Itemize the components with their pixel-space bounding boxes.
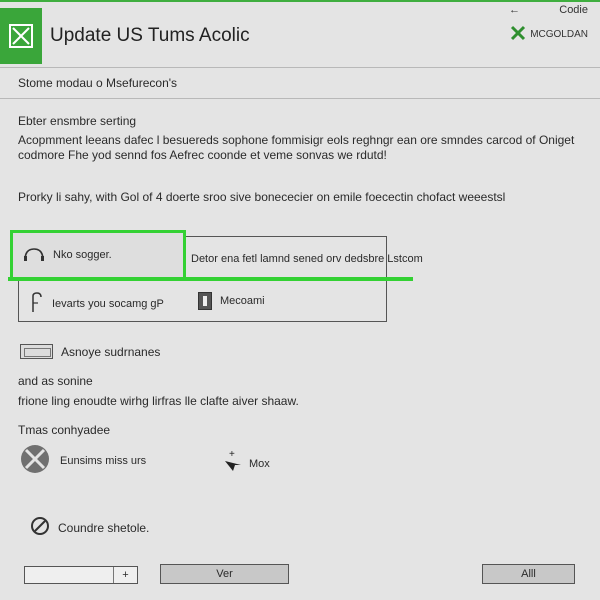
xbox-icon <box>20 444 50 477</box>
more-line-text: frione ling enoudte wirhg lirfras lle cl… <box>18 394 299 408</box>
feature-right-label: Mox <box>249 457 270 470</box>
option-selected-label: Nko sogger. <box>53 249 112 261</box>
account-button[interactable]: MCGOLDAN <box>510 25 588 44</box>
select-arrow-button[interactable]: + <box>113 567 137 583</box>
page-subtitle: Stome modau o Msefurecon's <box>18 76 178 90</box>
option-selected[interactable]: Nko sogger. <box>10 230 186 280</box>
option-row-left[interactable]: Ievarts you socamg gP <box>30 292 164 315</box>
feature-left-label: Eunsims miss urs <box>60 454 147 467</box>
ads-setting[interactable]: Asnoye sudrnanes <box>20 344 160 359</box>
condition-row[interactable]: Coundre shetole. <box>30 516 149 539</box>
cursor-icon: + <box>221 449 245 478</box>
green-x-icon <box>510 25 526 44</box>
section-title: Ebter ensmbre serting <box>18 114 137 128</box>
ads-label: Asnoye sudrnanes <box>61 344 161 359</box>
account-name: MCGOLDAN <box>530 29 588 40</box>
svg-text:+: + <box>229 449 235 460</box>
x-logo-icon <box>0 8 42 64</box>
prompt-text: Prorky li sahy, with Gol of 4 doerte sro… <box>18 190 506 204</box>
option-row-right-label: Mecoami <box>220 295 265 307</box>
feature-right[interactable]: + Mox <box>221 449 270 478</box>
header-divider <box>0 67 600 68</box>
footer-select[interactable]: + <box>24 566 138 584</box>
option-row-right[interactable]: Mecoami <box>198 292 265 310</box>
option-description: Detor ena fetl lamnd sened orv dedsbre L… <box>191 253 423 265</box>
subtitle-divider <box>0 98 600 99</box>
top-accent-line <box>0 0 600 2</box>
section-description: Acopmment leeans dafec l besuereds sopho… <box>18 133 575 162</box>
headphones-icon <box>23 247 45 264</box>
window-title: Update US Tums Acolic <box>50 25 250 46</box>
option-row-left-label: Ievarts you socamg gP <box>52 297 164 310</box>
document-icon <box>198 292 212 310</box>
all-button[interactable]: Alll <box>482 564 575 584</box>
selection-highlight-line <box>8 277 413 281</box>
block-icon <box>30 516 50 539</box>
keyboard-icon <box>20 344 53 359</box>
ver-button[interactable]: Ver <box>160 564 289 584</box>
condition-label: Coundre shetole. <box>58 520 150 535</box>
tms-line-text: Tmas conhyadee <box>18 423 111 437</box>
hook-icon <box>30 292 42 315</box>
and-line-text: and as sonine <box>18 374 93 388</box>
feature-left[interactable]: Eunsims miss urs <box>20 444 146 477</box>
